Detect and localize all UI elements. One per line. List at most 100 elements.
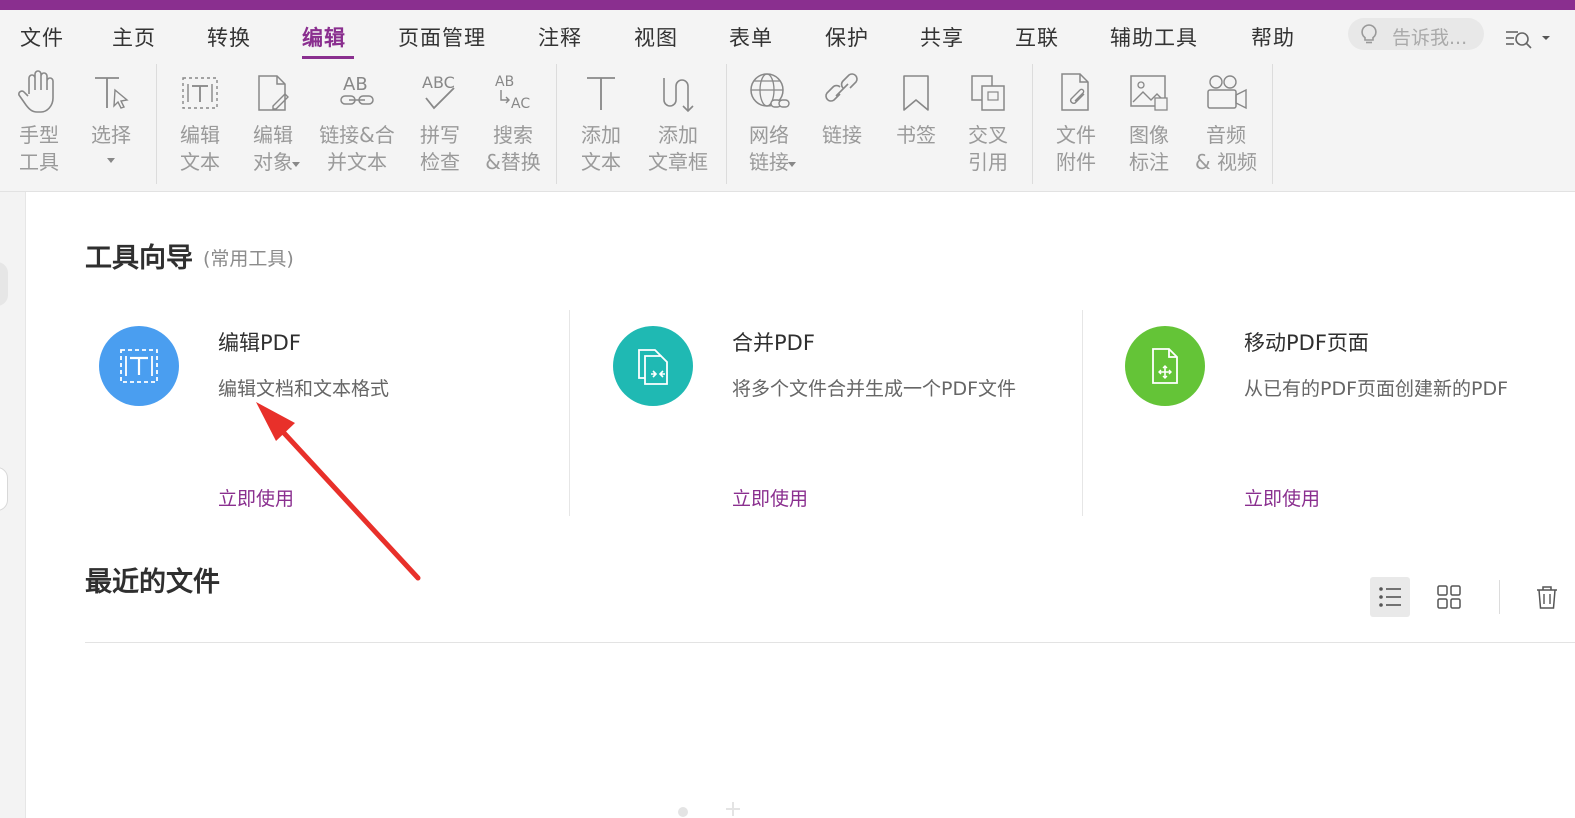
tool-add-text[interactable]: 添加 文本: [570, 64, 632, 188]
tool-add-article-box-label: 添加 文章框: [648, 123, 708, 174]
link-icon: [825, 73, 858, 102]
tool-edit-object-label: 编辑 对象: [253, 123, 293, 174]
title-bar-strip: [0, 0, 1575, 10]
edit-object-icon: [258, 75, 289, 111]
tool-add-text-label: 添加 文本: [581, 123, 621, 174]
left-navigation-rail: [0, 192, 26, 818]
tool-link-join-text[interactable]: AB 链接&合 并文本: [316, 64, 398, 188]
tool-bookmark-label: 书签: [896, 123, 936, 147]
card-divider: [1082, 310, 1083, 516]
card-description: 编辑文档和文本格式: [218, 378, 390, 400]
toolbar-divider: [1499, 580, 1500, 614]
chevron-down-icon: [292, 162, 300, 167]
card-description: 从已有的PDF页面创建新的PDF: [1244, 378, 1509, 400]
svg-text:ABC: ABC: [422, 73, 455, 92]
tool-card-edit-pdf[interactable]: 编辑PDF 编辑文档和文本格式 立即使用: [85, 310, 571, 516]
menu-page-management[interactable]: 页面管理: [398, 22, 486, 52]
menu-edit[interactable]: 编辑: [302, 22, 346, 52]
use-now-link[interactable]: 立即使用: [1244, 484, 1320, 511]
loading-indicator-icon: [678, 802, 740, 817]
bookmark-icon: [903, 75, 929, 111]
menu-comment[interactable]: 注释: [538, 22, 582, 52]
menu-bar: 文件 主页 转换 编辑 页面管理 注释 视图 表单 保护 共享 互联 辅助工具 …: [0, 10, 1575, 60]
tool-guide-title: 工具向导: [85, 243, 193, 274]
menu-file[interactable]: 文件: [20, 22, 64, 52]
tool-image-annotation[interactable]: 图像 标注: [1118, 64, 1180, 188]
card-title: 移动PDF页面: [1244, 331, 1369, 355]
ribbon-divider: [1032, 64, 1033, 184]
menu-help[interactable]: 帮助: [1251, 22, 1295, 52]
menu-protect[interactable]: 保护: [825, 22, 869, 52]
recent-files-divider: [85, 642, 1575, 643]
tool-hand-label: 手型 工具: [19, 123, 59, 174]
tool-web-link[interactable]: 网络 链接: [736, 64, 802, 188]
menu-accessibility[interactable]: 辅助工具: [1110, 22, 1198, 52]
tool-image-annotation-label: 图像 标注: [1129, 123, 1169, 174]
tool-file-attachment-label: 文件 附件: [1056, 123, 1096, 174]
spell-check-icon: ABC: [422, 73, 455, 110]
rail-toggle[interactable]: [0, 262, 8, 306]
tool-edit-object[interactable]: 编辑 对象: [240, 64, 306, 188]
tool-bookmark[interactable]: 书签: [886, 64, 946, 188]
tool-search-replace-label: 搜索 &替换: [485, 123, 541, 174]
grid-view-button[interactable]: [1429, 577, 1469, 617]
tell-me-search[interactable]: 告诉我...: [1348, 18, 1484, 50]
tool-card-merge-pdf[interactable]: 合并PDF 将多个文件合并生成一个PDF文件 立即使用: [599, 310, 1085, 516]
tool-guide-subtitle: (常用工具): [203, 248, 294, 270]
menu-convert[interactable]: 转换: [207, 22, 251, 52]
tool-edit-text[interactable]: 编辑 文本: [170, 64, 230, 188]
merge-pdf-icon: [613, 326, 693, 406]
tool-link[interactable]: 链接: [812, 64, 872, 188]
ribbon-divider: [556, 64, 557, 184]
use-now-link[interactable]: 立即使用: [218, 484, 294, 511]
audio-video-icon: [1207, 75, 1247, 110]
chevron-down-icon: [107, 158, 115, 163]
ribbon-divider: [156, 64, 157, 184]
menu-form[interactable]: 表单: [729, 22, 773, 52]
list-view-button[interactable]: [1370, 577, 1410, 617]
card-title: 编辑PDF: [218, 331, 301, 355]
hand-icon: [18, 70, 54, 113]
menu-connect[interactable]: 互联: [1015, 22, 1059, 52]
web-link-icon: [750, 73, 790, 108]
tool-card-move-pages[interactable]: 移动PDF页面 从已有的PDF页面创建新的PDF 立即使用: [1111, 310, 1575, 516]
tool-select-label: 选择: [91, 123, 131, 147]
use-now-link[interactable]: 立即使用: [732, 484, 808, 511]
tool-link-join-text-label: 链接&合 并文本: [319, 123, 395, 174]
start-page: 工具向导 (常用工具) 编辑PDF 编辑文档和文本格式 立即使用 合并PDF 将…: [27, 192, 1575, 818]
menu-share[interactable]: 共享: [920, 22, 964, 52]
ribbon-divider: [1272, 64, 1273, 184]
cross-reference-icon: [971, 75, 1005, 111]
ribbon-toolbar: 手型 工具 选择 编辑 文本 编辑 对象 AB 链接&合 并文本 ABC 拼写 …: [0, 60, 1575, 192]
card-divider: [569, 310, 570, 516]
rail-collapse-handle[interactable]: [0, 467, 8, 511]
link-join-text-icon: AB: [340, 74, 374, 105]
tool-add-article-box[interactable]: 添加 文章框: [642, 64, 714, 188]
tool-link-label: 链接: [822, 123, 862, 147]
clear-recent-button[interactable]: [1527, 577, 1567, 617]
recent-files-title: 最近的文件: [85, 567, 220, 598]
tool-search-replace[interactable]: AB AC 搜索 &替换: [482, 64, 544, 188]
tool-spell-check[interactable]: ABC 拼写 检查: [408, 64, 472, 188]
tool-file-attachment[interactable]: 文件 附件: [1046, 64, 1106, 188]
tool-spell-check-label: 拼写 检查: [420, 123, 460, 174]
tell-me-placeholder: 告诉我...: [1392, 27, 1468, 49]
image-annotation-icon: [1130, 75, 1168, 111]
svg-text:AC: AC: [511, 96, 530, 112]
tool-web-link-label: 网络 链接: [749, 123, 789, 174]
svg-text:AB: AB: [343, 74, 368, 95]
menu-home[interactable]: 主页: [112, 22, 156, 52]
tool-select[interactable]: 选择: [80, 64, 142, 188]
tool-cross-reference-label: 交叉 引用: [968, 123, 1008, 174]
tool-audio-video[interactable]: 音频 & 视频: [1190, 64, 1262, 188]
select-cursor-icon: [95, 77, 129, 109]
menu-view[interactable]: 视图: [634, 22, 678, 52]
tool-hand[interactable]: 手型 工具: [8, 64, 70, 188]
file-attachment-icon: [1061, 73, 1089, 111]
tool-cross-reference[interactable]: 交叉 引用: [958, 64, 1018, 188]
ribbon-divider: [726, 64, 727, 184]
search-options-icon[interactable]: [1500, 28, 1560, 52]
search-replace-icon: AB AC: [495, 74, 530, 112]
trash-icon: [1537, 586, 1557, 609]
lightbulb-icon: [1361, 24, 1377, 44]
